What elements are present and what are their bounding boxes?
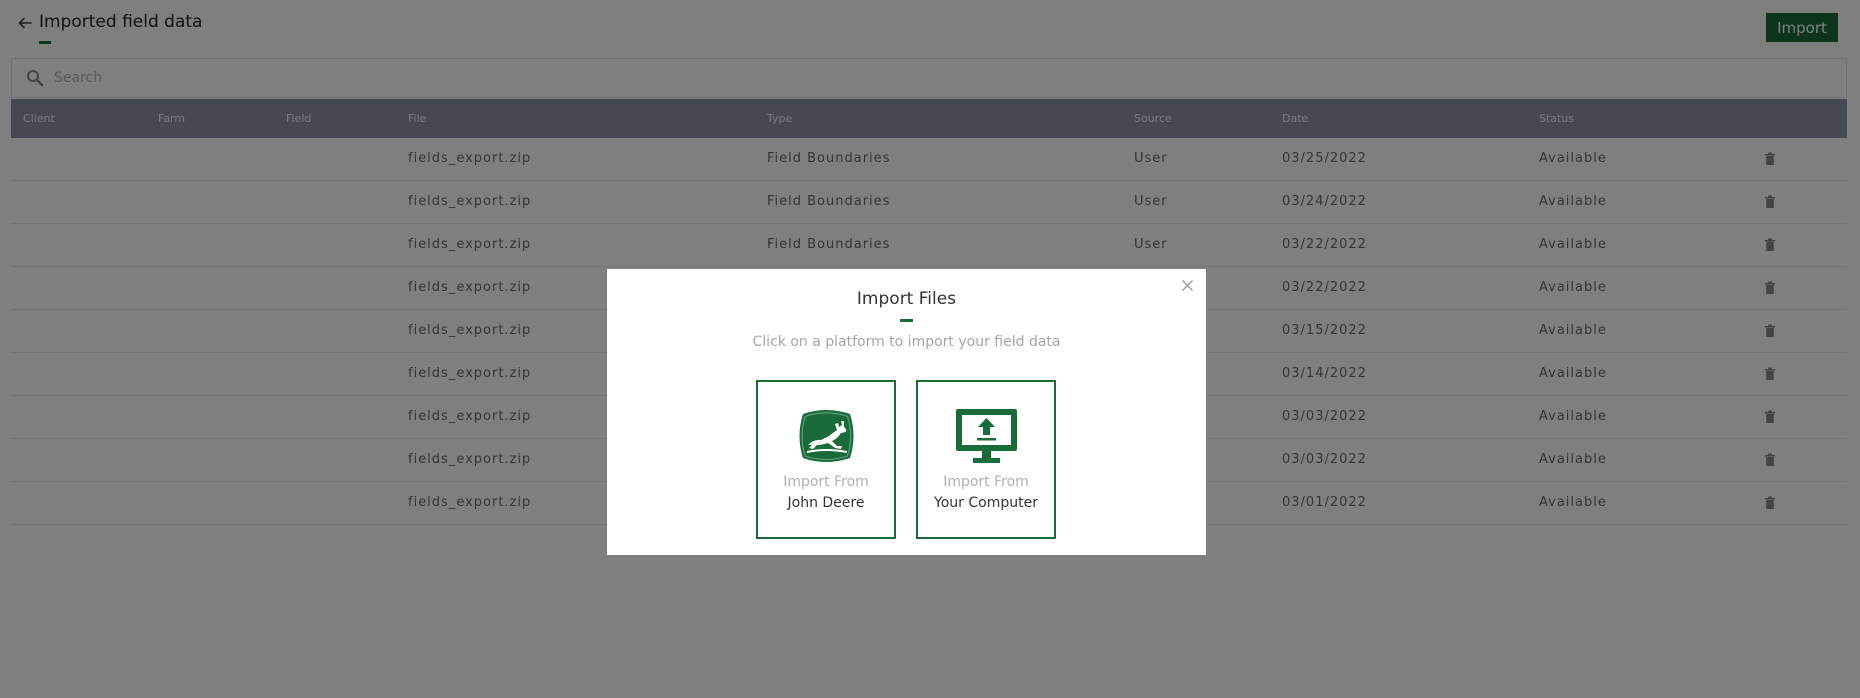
card-line1: Import From: [943, 474, 1029, 490]
card-line1: Import From: [783, 474, 869, 490]
modal-title-underline: [900, 319, 913, 322]
import-computer-button[interactable]: Import From Your Computer: [916, 380, 1056, 539]
modal-title: Import Files: [856, 289, 957, 309]
card-line2: John Deere: [787, 495, 865, 511]
computer-upload-icon: [956, 409, 1017, 463]
import-john-deere-button[interactable]: Import From John Deere: [756, 380, 896, 539]
card-line2: Your Computer: [934, 495, 1038, 511]
modal-subtitle: Click on a platform to import your field…: [752, 334, 1061, 350]
import-files-modal: Import Files Click on a platform to impo…: [607, 269, 1206, 555]
john-deere-logo-icon: [799, 410, 854, 462]
